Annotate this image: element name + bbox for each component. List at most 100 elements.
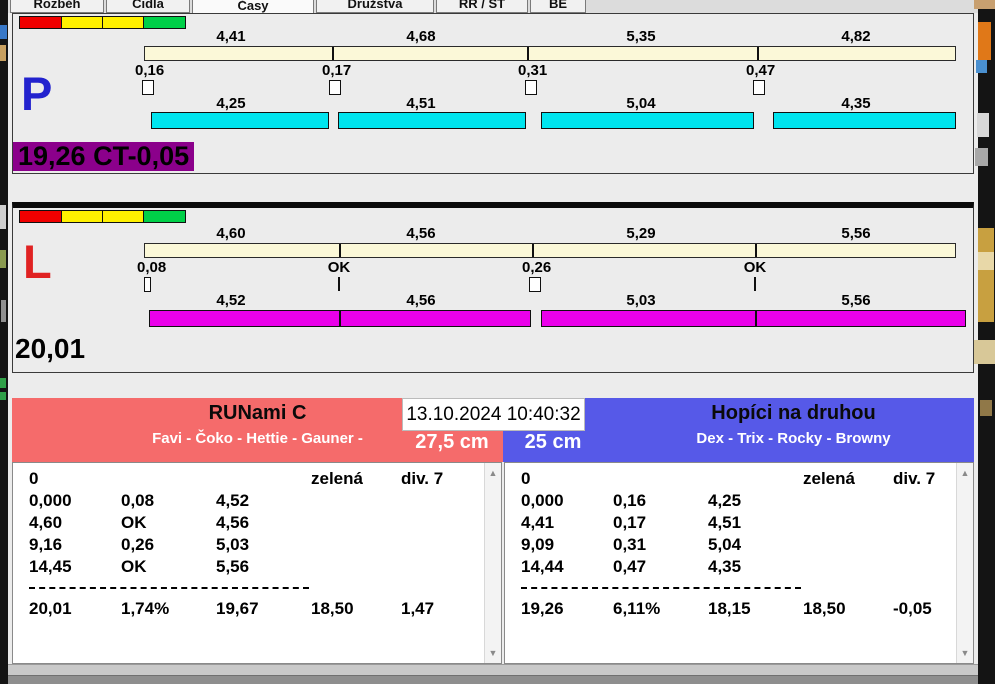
tab-4[interactable]: Družstva	[316, 0, 434, 13]
changeover-value: 0,17	[322, 62, 352, 79]
leg-bar	[541, 310, 966, 327]
status-strip-yellow2	[103, 17, 144, 28]
scroll-up-icon[interactable]: ▲	[957, 465, 973, 481]
result-header-cell: div. 7	[401, 469, 444, 488]
tab-3[interactable]: Časy	[192, 0, 314, 13]
result-total-cell: 19,67	[216, 599, 259, 618]
result-cell: 4,25	[708, 491, 742, 510]
result-cell: 5,56	[216, 557, 250, 576]
status-strip-yellow	[62, 211, 103, 222]
changeover-box	[144, 277, 151, 292]
result-total-cell: 1,74%	[121, 599, 170, 618]
desktop-speck	[975, 148, 988, 166]
lane-total: 20,01	[15, 333, 86, 364]
timestamp: 13.10.2024 10:40:32	[402, 398, 585, 431]
result-total-cell: 6,11%	[613, 599, 661, 618]
changeover-value: 0,08	[137, 259, 167, 276]
scroll-down-icon[interactable]: ▼	[485, 645, 501, 661]
desktop-speck	[976, 60, 987, 73]
changeover-box	[329, 80, 341, 95]
desktop-speck	[0, 392, 6, 400]
result-total-cell: -0,05	[893, 599, 932, 618]
status-bar	[8, 664, 978, 675]
result-total-cell: 18,50	[311, 599, 354, 618]
split-bar	[144, 46, 956, 61]
tab-6[interactable]: BE	[530, 0, 586, 13]
lane-panel-left: L 4,60 4,56 5,29 5,56 0,08 OK 0,26 OK 4,52 4,56 5,0…	[12, 202, 974, 373]
result-total-cell: 20,01	[29, 599, 72, 618]
changeover-value: 0,26	[522, 259, 552, 276]
desktop-speck	[974, 0, 995, 9]
desktop-speck	[978, 22, 991, 60]
desktop-speck	[974, 340, 995, 364]
split-value: 4,41	[216, 28, 246, 45]
leg-value: 5,04	[626, 95, 656, 112]
result-cell: 4,41	[521, 513, 555, 532]
tab-5[interactable]: RR / ST	[436, 0, 528, 13]
scrollbar[interactable]: ▲ ▼	[956, 463, 973, 663]
result-cell: OK	[121, 513, 147, 532]
status-strip-green	[144, 17, 185, 28]
desktop-speck	[978, 252, 994, 270]
scroll-down-icon[interactable]: ▼	[957, 645, 973, 661]
leg-value: 4,52	[216, 292, 246, 309]
window-bottom-edge	[8, 675, 978, 684]
lane-letter: P	[21, 67, 53, 120]
result-cell: 0,26	[121, 535, 155, 554]
changeover-tick	[754, 277, 756, 291]
status-strip	[19, 16, 186, 29]
status-strip-green	[144, 211, 185, 222]
scroll-up-icon[interactable]: ▲	[485, 465, 501, 481]
desktop-speck	[0, 378, 6, 388]
desktop-speck	[0, 250, 6, 268]
result-list-right[interactable]: 0 zelená div. 7 0,000 0,16 4,25 4,41 0,17 4,51 9,…	[504, 462, 974, 664]
changeover-value: OK	[327, 259, 351, 276]
leg-bar	[338, 112, 526, 129]
split-value: 5,35	[626, 28, 656, 45]
changeover-value: 0,16	[135, 62, 165, 79]
result-total-cell: 1,47	[401, 599, 435, 618]
result-cell: 0,000	[521, 491, 564, 510]
split-bar-divider	[532, 244, 534, 257]
lane-panel-right: P 4,41 4,68 5,35 4,82 0,16 0,17 0,31 0,47 4,25 4,5…	[12, 13, 974, 174]
leg-bar	[149, 310, 531, 327]
split-bar-divider	[332, 47, 334, 60]
changeover-box	[525, 80, 537, 95]
changeover-value: 0,47	[746, 62, 776, 79]
result-cell: 9,16	[29, 535, 63, 554]
result-cell: 0,000	[29, 491, 72, 510]
result-cell: 4,56	[216, 513, 250, 532]
jump-height-left: 27,5 cm	[415, 431, 489, 453]
desktop-speck	[978, 228, 994, 322]
result-header-cell: 0	[521, 469, 531, 488]
leg-value: 4,51	[406, 95, 436, 112]
changeover-value: OK	[743, 259, 767, 276]
status-strip-yellow2	[103, 211, 144, 222]
scrollbar[interactable]: ▲ ▼	[484, 463, 501, 663]
result-cell: 0,08	[121, 491, 155, 510]
result-cell: 4,60	[29, 513, 63, 532]
changeover-tick	[338, 277, 340, 291]
result-cell: 5,03	[216, 535, 250, 554]
split-value: 5,29	[626, 225, 656, 242]
desktop: { "tabs": { "items": [ { "label": "Rozbě…	[0, 0, 995, 684]
result-total-cell: 19,26	[521, 599, 564, 618]
result-separator	[521, 587, 801, 589]
result-cell: 14,45	[29, 557, 72, 576]
result-cell: 4,51	[708, 513, 742, 532]
leg-value: 5,56	[841, 292, 871, 309]
leg-bar	[151, 112, 329, 129]
status-strip-red	[20, 211, 62, 222]
tab-1[interactable]: Rozběh	[10, 0, 104, 13]
leg-bar	[773, 112, 956, 129]
split-bar-divider	[527, 47, 529, 60]
app-window: Rozběh Čidla Časy Družstva RR / ST BE P 4,41 4,…	[8, 0, 978, 684]
changeover-box	[753, 80, 765, 95]
result-list-left[interactable]: 0 zelená div. 7 0,000 0,08 4,52 4,60 OK 4,56 9,16…	[12, 462, 502, 664]
result-cell: 0,47	[613, 557, 647, 576]
split-value: 4,56	[406, 225, 436, 242]
tab-2[interactable]: Čidla	[106, 0, 190, 13]
result-header-cell: zelená	[803, 469, 855, 488]
status-strip	[19, 210, 186, 223]
split-value: 4,82	[841, 28, 871, 45]
